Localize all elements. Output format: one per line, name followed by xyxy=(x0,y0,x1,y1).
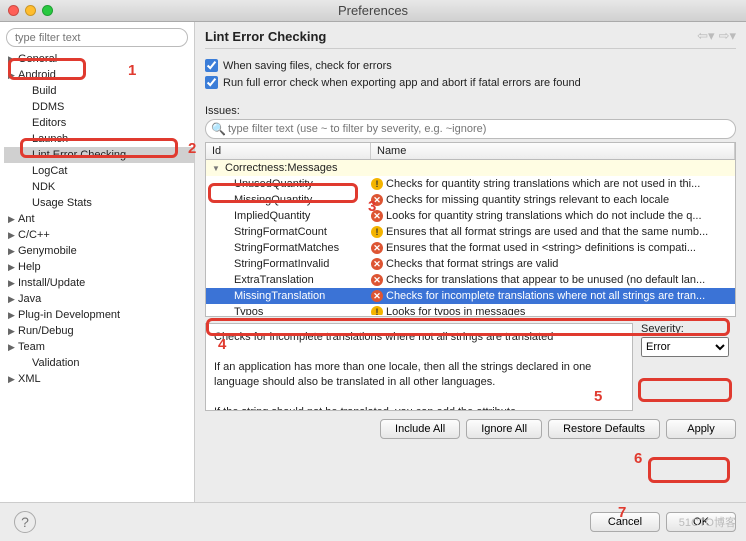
include-all-button[interactable]: Include All xyxy=(380,419,460,439)
issue-row-typos[interactable]: Typos!Looks for typos in messages xyxy=(206,304,735,315)
issue-group-row[interactable]: ▼Correctness:Messages xyxy=(206,160,735,176)
severity-label: Severity: xyxy=(641,323,736,335)
tree-item-run-debug[interactable]: ▶Run/Debug xyxy=(4,323,194,339)
help-icon[interactable]: ? xyxy=(14,511,36,533)
restore-defaults-button[interactable]: Restore Defaults xyxy=(548,419,660,439)
error-icon: ✕ xyxy=(371,290,383,302)
issue-row-missingquantity[interactable]: MissingQuantity✕Checks for missing quant… xyxy=(206,192,735,208)
check-on-save[interactable]: When saving files, check for errors xyxy=(205,59,736,72)
ignore-all-button[interactable]: Ignore All xyxy=(466,419,542,439)
cancel-button[interactable]: Cancel xyxy=(590,512,660,532)
tree-item-plug-in-development[interactable]: ▶Plug-in Development xyxy=(4,307,194,323)
issue-row-missingtranslation[interactable]: MissingTranslation✕Checks for incomplete… xyxy=(206,288,735,304)
issue-row-unusedquantity[interactable]: UnusedQuantity!Checks for quantity strin… xyxy=(206,176,735,192)
back-icon[interactable]: ⇦▾ xyxy=(697,28,714,44)
warning-icon: ! xyxy=(371,226,383,238)
error-icon: ✕ xyxy=(371,194,383,206)
error-icon: ✕ xyxy=(371,242,383,254)
tree-item-c-c-[interactable]: ▶C/C++ xyxy=(4,227,194,243)
tree-item-java[interactable]: ▶Java xyxy=(4,291,194,307)
tree-item-editors[interactable]: Editors xyxy=(4,115,194,131)
check-on-save-checkbox[interactable] xyxy=(205,59,218,72)
tree-item-ndk[interactable]: NDK xyxy=(4,179,194,195)
issue-row-stringformatmatches[interactable]: StringFormatMatches✕Ensures that the for… xyxy=(206,240,735,256)
issues-label: Issues: xyxy=(205,105,736,117)
tree-item-general[interactable]: ▶General xyxy=(4,51,194,67)
tree-item-usage-stats[interactable]: Usage Stats xyxy=(4,195,194,211)
error-icon: ✕ xyxy=(371,210,383,222)
tree-item-lint-error-checking[interactable]: Lint Error Checking xyxy=(4,147,194,163)
tree-item-ddms[interactable]: DDMS xyxy=(4,99,194,115)
column-header-name[interactable]: Name xyxy=(371,143,735,159)
tree-item-help[interactable]: ▶Help xyxy=(4,259,194,275)
preferences-tree[interactable]: ▶General▶AndroidBuildDDMSEditorsLaunchLi… xyxy=(0,51,194,387)
window-title: Preferences xyxy=(0,3,746,18)
warning-icon: ! xyxy=(371,178,383,190)
ok-button[interactable]: OK xyxy=(666,512,736,532)
issue-row-stringformatinvalid[interactable]: StringFormatInvalid✕Checks that format s… xyxy=(206,256,735,272)
check-on-export[interactable]: Run full error check when exporting app … xyxy=(205,76,736,89)
preferences-tree-panel: ▶General▶AndroidBuildDDMSEditorsLaunchLi… xyxy=(0,22,195,502)
warning-icon: ! xyxy=(371,306,383,315)
forward-icon[interactable]: ⇨▾ xyxy=(719,28,736,44)
tree-item-genymobile[interactable]: ▶Genymobile xyxy=(4,243,194,259)
issue-row-impliedquantity[interactable]: ImpliedQuantity✕Looks for quantity strin… xyxy=(206,208,735,224)
error-icon: ✕ xyxy=(371,258,383,270)
page-title: Lint Error Checking xyxy=(205,29,326,44)
tree-item-android[interactable]: ▶Android xyxy=(4,67,194,83)
check-on-export-checkbox[interactable] xyxy=(205,76,218,89)
issue-row-extratranslation[interactable]: ExtraTranslation✕Checks for translations… xyxy=(206,272,735,288)
tree-item-team[interactable]: ▶Team xyxy=(4,339,194,355)
tree-item-logcat[interactable]: LogCat xyxy=(4,163,194,179)
window-titlebar: Preferences xyxy=(0,0,746,22)
tree-item-build[interactable]: Build xyxy=(4,83,194,99)
column-header-id[interactable]: Id xyxy=(206,143,371,159)
apply-button[interactable]: Apply xyxy=(666,419,736,439)
tree-item-install-update[interactable]: ▶Install/Update xyxy=(4,275,194,291)
search-icon: 🔍 xyxy=(211,122,226,136)
tree-item-xml[interactable]: ▶XML xyxy=(4,371,194,387)
issues-table[interactable]: Id Name ▼Correctness:MessagesUnusedQuant… xyxy=(205,142,736,317)
tree-item-ant[interactable]: ▶Ant xyxy=(4,211,194,227)
tree-filter-input[interactable] xyxy=(6,28,188,47)
severity-select[interactable]: Error xyxy=(641,337,729,357)
issue-description: Checks for incomplete translations where… xyxy=(205,323,633,411)
tree-item-launch[interactable]: Launch xyxy=(4,131,194,147)
preferences-page: Lint Error Checking ⇦▾ ⇨▾ When saving fi… xyxy=(195,22,746,502)
issue-row-stringformatcount[interactable]: StringFormatCount!Ensures that all forma… xyxy=(206,224,735,240)
tree-item-validation[interactable]: Validation xyxy=(4,355,194,371)
error-icon: ✕ xyxy=(371,274,383,286)
issues-filter-input[interactable] xyxy=(205,119,736,139)
